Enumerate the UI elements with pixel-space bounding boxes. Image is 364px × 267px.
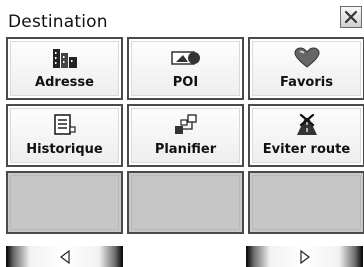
historique-label: Historique <box>26 142 103 157</box>
triangle-left-icon <box>59 249 70 264</box>
avoid-road-icon <box>296 114 317 135</box>
history-list-icon <box>53 114 76 135</box>
next-page-button[interactable] <box>246 246 363 267</box>
empty-slot <box>248 171 364 234</box>
poi-flag-icon <box>170 51 200 65</box>
triangle-right-icon <box>299 249 310 264</box>
favoris-label: Favoris <box>280 75 333 90</box>
heart-icon <box>293 47 320 68</box>
planifier-label: Planifier <box>154 142 217 157</box>
favoris-button[interactable]: Favoris <box>248 37 364 100</box>
bottom-nav-bar <box>0 246 364 267</box>
planifier-button[interactable]: Planifier <box>127 104 244 167</box>
buildings-icon <box>52 49 77 68</box>
dialog-title: Destination <box>8 12 108 32</box>
eviter-route-button[interactable]: Eviter route <box>248 104 364 167</box>
adresse-button[interactable]: Adresse <box>6 37 123 100</box>
poi-button[interactable]: POI <box>127 37 244 100</box>
adresse-label: Adresse <box>35 75 94 90</box>
destination-grid: Adresse POI Favoris Historique Planifier… <box>6 37 364 234</box>
eviter-route-label: Eviter route <box>262 142 351 157</box>
route-plan-icon <box>174 114 197 134</box>
poi-label: POI <box>172 75 199 90</box>
historique-button[interactable]: Historique <box>6 104 123 167</box>
previous-page-button[interactable] <box>6 246 123 267</box>
close-x-icon <box>344 10 358 24</box>
close-button[interactable] <box>340 6 362 28</box>
empty-slot <box>6 171 123 234</box>
empty-slot <box>127 171 244 234</box>
